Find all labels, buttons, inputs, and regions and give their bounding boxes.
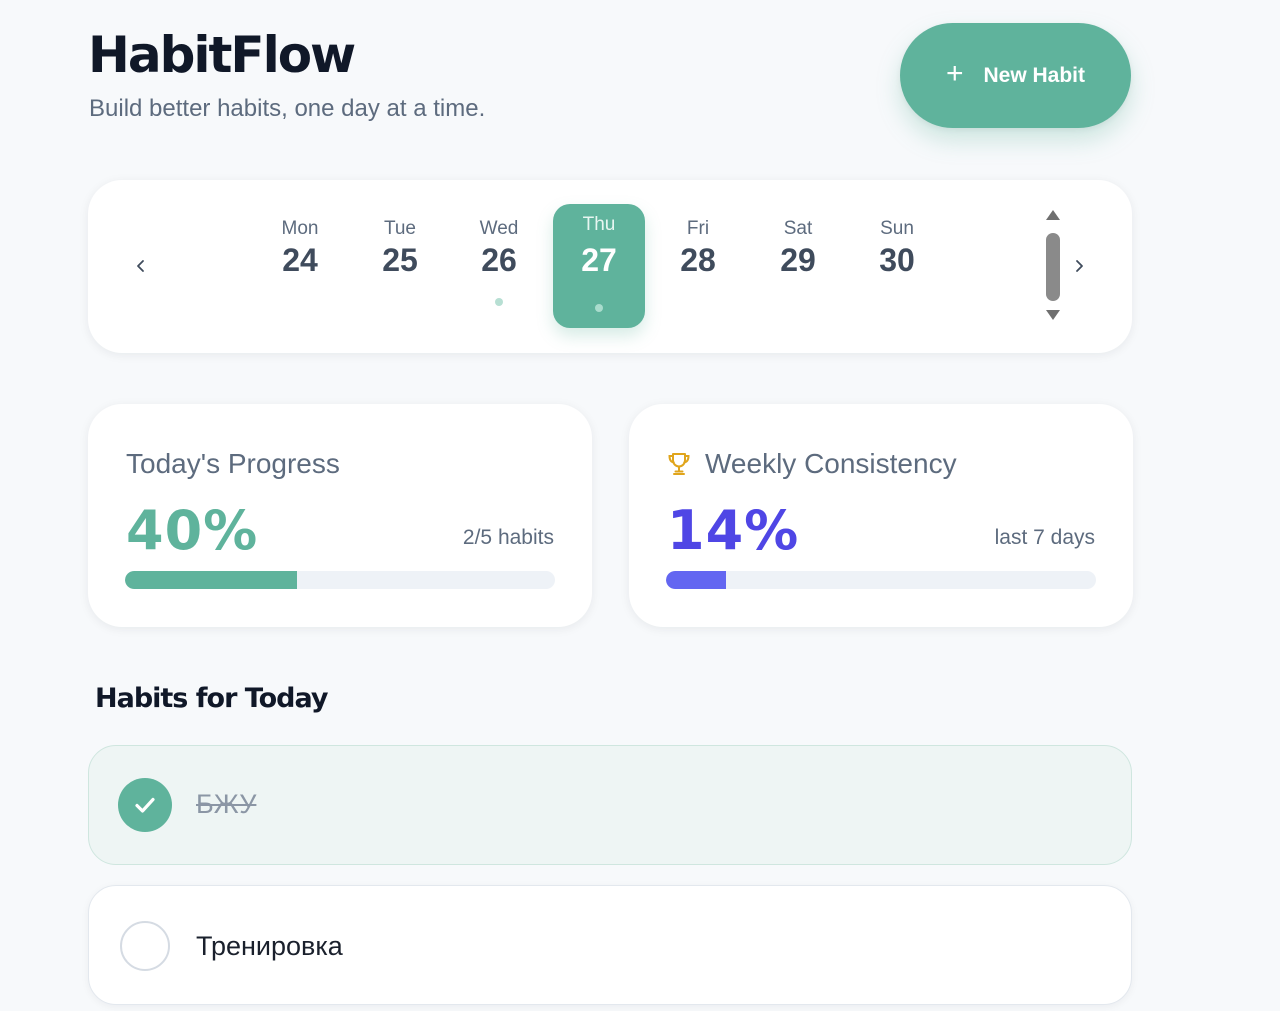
- weekly-consistency-card: Weekly Consistency 14% last 7 days: [629, 404, 1133, 627]
- calendar-scrollbar[interactable]: [1043, 210, 1063, 325]
- todays-progress-card: Today's Progress 40% 2/5 habits: [88, 404, 592, 627]
- day-name: Tue: [383, 218, 417, 239]
- day-number: 27: [581, 242, 617, 278]
- progress-percent: 40%: [126, 499, 259, 562]
- day-number: 24: [282, 242, 318, 278]
- trophy-icon: [668, 453, 690, 475]
- app-subtitle: Build better habits, one day at a time.: [89, 95, 486, 122]
- day-sun[interactable]: Sun 30: [851, 202, 943, 326]
- day-name: Sat: [783, 218, 813, 239]
- checkmark-icon: [135, 797, 155, 813]
- day-name: Mon: [281, 218, 319, 239]
- app-title: HabitFlow: [88, 26, 356, 84]
- day-sat[interactable]: Sat 29: [752, 202, 844, 326]
- day-thu-selected[interactable]: Thu 27: [553, 204, 645, 328]
- day-wed[interactable]: Wed 26: [453, 202, 545, 326]
- day-name: Thu: [582, 214, 616, 235]
- consistency-bar: [666, 571, 1096, 589]
- plus-icon: +: [945, 57, 964, 90]
- consistency-percent: 14%: [667, 499, 800, 562]
- next-week-button[interactable]: [1061, 248, 1097, 284]
- scroll-down-arrow-icon[interactable]: [1046, 310, 1060, 320]
- habit-item[interactable]: Тренировка: [88, 885, 1132, 1005]
- habitflow-app: HabitFlow Build better habits, one day a…: [0, 0, 1280, 1011]
- scroll-up-arrow-icon[interactable]: [1046, 210, 1060, 220]
- day-number: 26: [481, 242, 517, 278]
- habits-section-title: Habits for Today: [95, 683, 328, 714]
- consistency-bar-fill: [666, 571, 727, 589]
- new-habit-button[interactable]: + New Habit: [900, 23, 1131, 128]
- progress-bar-fill: [125, 571, 297, 589]
- habit-item-completed[interactable]: БЖУ: [88, 745, 1132, 865]
- consistency-period: last 7 days: [994, 526, 1095, 549]
- week-calendar: Mon 24 Tue 25 Wed 26 Thu 27 Fri 28 Sat 2…: [88, 180, 1132, 353]
- day-name: Fri: [686, 218, 710, 239]
- day-number: 30: [879, 242, 915, 278]
- day-tue[interactable]: Tue 25: [354, 202, 446, 326]
- consistency-title: Weekly Consistency: [705, 448, 957, 479]
- day-mon[interactable]: Mon 24: [254, 202, 346, 326]
- activity-dot: [495, 298, 503, 306]
- progress-title: Today's Progress: [126, 448, 340, 479]
- day-name: Sun: [880, 218, 914, 239]
- day-number: 29: [780, 242, 816, 278]
- progress-bar: [125, 571, 555, 589]
- progress-count: 2/5 habits: [462, 526, 554, 549]
- new-habit-label: New Habit: [983, 63, 1086, 87]
- day-fri[interactable]: Fri 28: [652, 202, 744, 326]
- chevron-left-icon: [137, 260, 144, 272]
- habit-name: БЖУ: [196, 789, 257, 819]
- habit-name: Тренировка: [196, 931, 343, 961]
- scrollbar-thumb[interactable]: [1046, 233, 1060, 301]
- habit-checkbox-checked[interactable]: [118, 778, 172, 832]
- day-name: Wed: [479, 218, 519, 239]
- day-number: 25: [382, 242, 418, 278]
- activity-dot: [595, 304, 603, 312]
- day-number: 28: [680, 242, 716, 278]
- chevron-right-icon: [1076, 260, 1083, 272]
- habit-checkbox-unchecked[interactable]: [120, 921, 170, 971]
- prev-week-button[interactable]: [123, 248, 159, 284]
